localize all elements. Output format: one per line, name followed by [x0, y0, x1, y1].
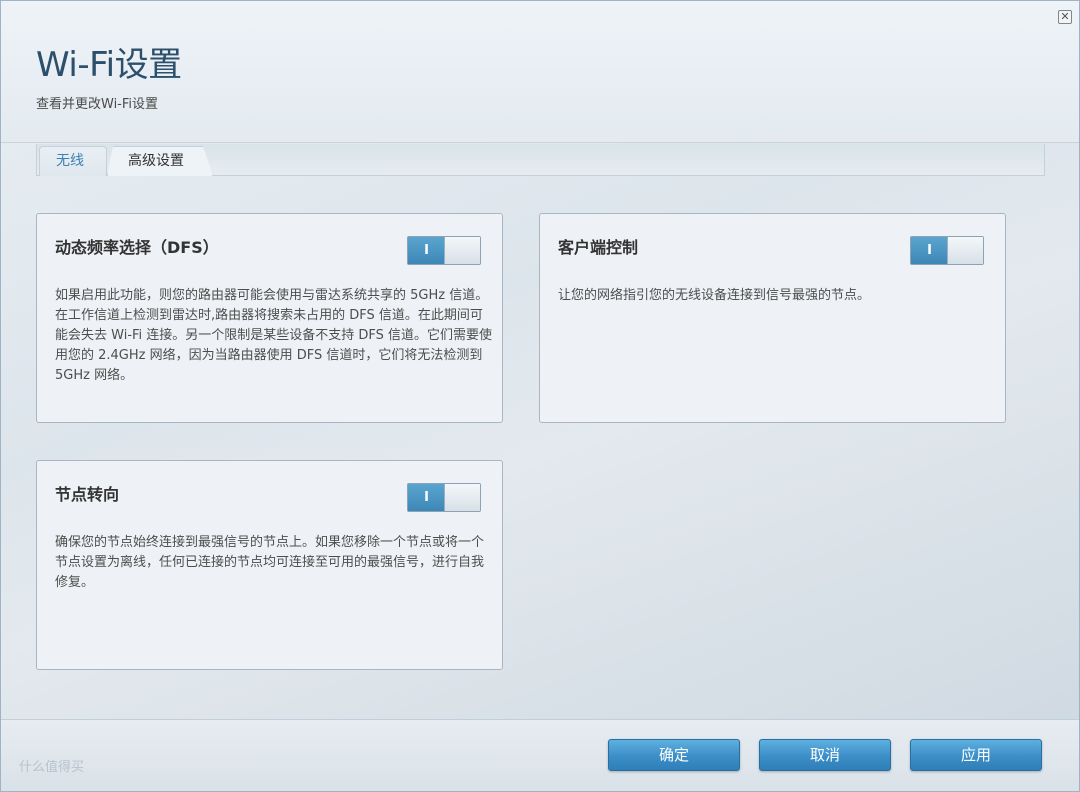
client-steering-toggle[interactable]: I — [910, 236, 984, 265]
toggle-on-indicator: I — [911, 237, 948, 264]
client-steering-title: 客户端控制 — [558, 238, 639, 257]
dfs-toggle[interactable]: I — [407, 236, 481, 265]
watermark: 什么值得买 — [19, 760, 85, 775]
page-subtitle: 查看并更改Wi-Fi设置 — [36, 97, 159, 112]
node-steering-title: 节点转向 — [55, 485, 120, 504]
node-steering-toggle[interactable]: I — [407, 483, 481, 512]
node-steering-description: 确保您的节点始终连接到最强信号的节点上。如果您移除一个节点或将一个节点设置为离线… — [55, 535, 485, 590]
toggle-on-indicator: I — [408, 237, 445, 264]
dfs-title: 动态频率选择（DFS） — [55, 238, 219, 257]
dfs-card: 动态频率选择（DFS） I 如果启用此功能，则您的路由器可能会使用与雷达系统共享… — [36, 213, 503, 423]
cancel-button[interactable]: 取消 — [759, 739, 891, 771]
dfs-description: 如果启用此功能，则您的路由器可能会使用与雷达系统共享的 5GHz 信道。在工作信… — [55, 288, 493, 383]
node-steering-card: 节点转向 I 确保您的节点始终连接到最强信号的节点上。如果您移除一个节点或将一个… — [36, 460, 503, 670]
close-icon[interactable]: ✕ — [1058, 10, 1072, 24]
footer: 什么值得买 确定 取消 应用 — [1, 719, 1079, 791]
apply-button[interactable]: 应用 — [910, 739, 1042, 771]
toggle-knob — [444, 484, 480, 511]
ok-button[interactable]: 确定 — [608, 739, 740, 771]
tab-advanced-settings[interactable]: 高级设置 — [107, 146, 213, 176]
page-title: Wi-Fi设置 — [36, 45, 182, 85]
wifi-settings-window: Wi-Fi设置 查看并更改Wi-Fi设置 ✕ 无线 高级设置 动态频率选择（DF… — [0, 0, 1080, 792]
toggle-knob — [444, 237, 480, 264]
client-steering-card: 客户端控制 I 让您的网络指引您的无线设备连接到信号最强的节点。 — [539, 213, 1006, 423]
header: Wi-Fi设置 查看并更改Wi-Fi设置 ✕ — [1, 1, 1079, 143]
tab-wireless[interactable]: 无线 — [39, 146, 107, 176]
tab-bar: 无线 高级设置 — [36, 144, 1045, 176]
client-steering-description: 让您的网络指引您的无线设备连接到信号最强的节点。 — [558, 288, 871, 303]
toggle-on-indicator: I — [408, 484, 445, 511]
toggle-knob — [947, 237, 983, 264]
